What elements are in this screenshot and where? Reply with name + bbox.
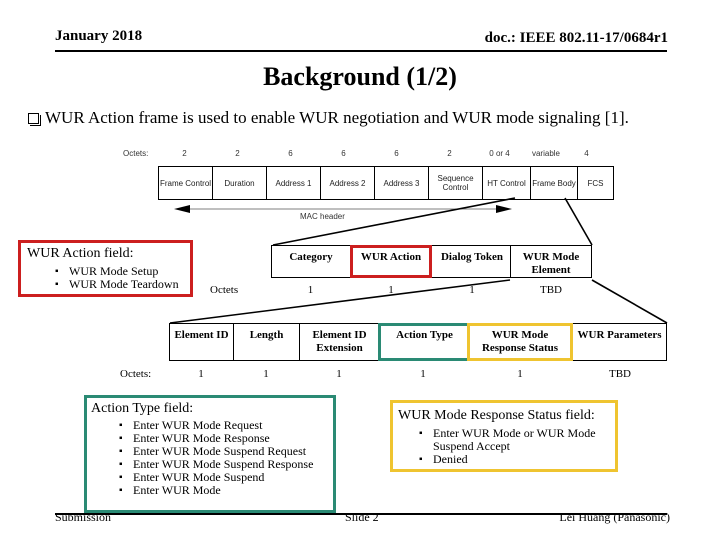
action-octet-value: 1 — [388, 284, 394, 296]
action-field-dialog-token: Dialog Token — [432, 245, 512, 278]
mac-octet-value: 4 — [584, 149, 589, 158]
mac-octet-value: 2 — [447, 149, 452, 158]
mac-field-sequence-control: Sequence Control — [429, 167, 483, 199]
mac-header-left-arrowhead — [174, 205, 190, 213]
element-octet-value: 1 — [198, 368, 204, 380]
list-item: Enter WUR Mode — [119, 484, 313, 498]
response-status-field-title: WUR Mode Response Status field: — [398, 408, 595, 423]
mac-field-fcs: FCS — [578, 167, 614, 199]
list-item: WUR Mode Teardown — [55, 278, 179, 292]
element-field-wur-mode-response-status: WUR Mode Response Status — [467, 323, 573, 361]
list-item: Enter WUR Mode or WUR Mode Suspend Accep… — [419, 427, 608, 453]
mac-octets-label: Octets: — [123, 149, 149, 158]
element-octet-value: 1 — [263, 368, 269, 380]
action-type-field-box: Action Type field: Enter WUR Mode Reques… — [84, 395, 336, 513]
zoom-line-right-2 — [591, 279, 668, 324]
element-field-element-id: Element ID — [169, 323, 233, 361]
mac-field-address-1: Address 1 — [267, 167, 321, 199]
action-field-wur-mode-element: WUR Mode Element — [510, 245, 592, 278]
action-field-category: Category — [271, 245, 350, 278]
action-type-field-title: Action Type field: — [91, 401, 194, 416]
action-octet-value: TBD — [540, 284, 562, 296]
action-octets-label: Octets — [210, 284, 239, 296]
response-status-field-box: WUR Mode Response Status field: Enter WU… — [390, 400, 618, 472]
element-octets-label: Octets: — [120, 368, 152, 380]
footer-author: Lei Huang (Panasonic) — [559, 510, 670, 524]
footer-submission: Submission — [55, 510, 112, 524]
list-item: Denied — [419, 453, 608, 467]
mac-frame-row: Frame Control Duration Address 1 Address… — [158, 166, 614, 200]
element-octet-value: 1 — [517, 368, 523, 380]
mac-field-address-3: Address 3 — [375, 167, 429, 199]
mac-header-label: MAC header — [300, 212, 345, 221]
mac-field-address-2: Address 2 — [321, 167, 375, 199]
zoom-line-right — [564, 197, 593, 246]
action-field-wur-action: WUR Action — [350, 245, 432, 278]
mac-header-right-arrowhead — [496, 205, 512, 213]
mac-field-frame-control: Frame Control — [159, 167, 213, 199]
mac-octet-value: 2 — [235, 149, 240, 158]
mac-field-frame-body: Frame Body — [531, 167, 578, 199]
mac-field-ht-control: HT Control — [483, 167, 531, 199]
element-field-wur-parameters: WUR Parameters — [573, 323, 667, 361]
element-octet-value: TBD — [609, 368, 631, 380]
mac-octet-value: variable — [531, 149, 560, 158]
mac-octet-value: 0 or 4 — [489, 149, 510, 158]
wur-action-field-box: WUR Action field: WUR Mode Setup WUR Mod… — [18, 240, 193, 297]
element-octet-value: 1 — [336, 368, 342, 380]
mac-octet-value: 6 — [341, 149, 346, 158]
footer-slide-number: Slide 2 — [345, 510, 379, 524]
action-octet-value: 1 — [307, 284, 314, 296]
zoom-line-left — [272, 197, 516, 246]
wur-action-field-title: WUR Action field: — [27, 246, 134, 261]
element-field-element-id-extension: Element ID Extension — [299, 323, 379, 361]
mac-octet-value: 2 — [182, 149, 187, 158]
mac-octet-value: 6 — [394, 149, 399, 158]
element-octet-value: 1 — [420, 368, 426, 380]
mac-field-duration: Duration — [213, 167, 267, 199]
element-field-action-type: Action Type — [378, 323, 468, 361]
action-octet-value: 1 — [469, 284, 475, 296]
element-field-length: Length — [233, 323, 299, 361]
mac-octet-value: 6 — [288, 149, 293, 158]
